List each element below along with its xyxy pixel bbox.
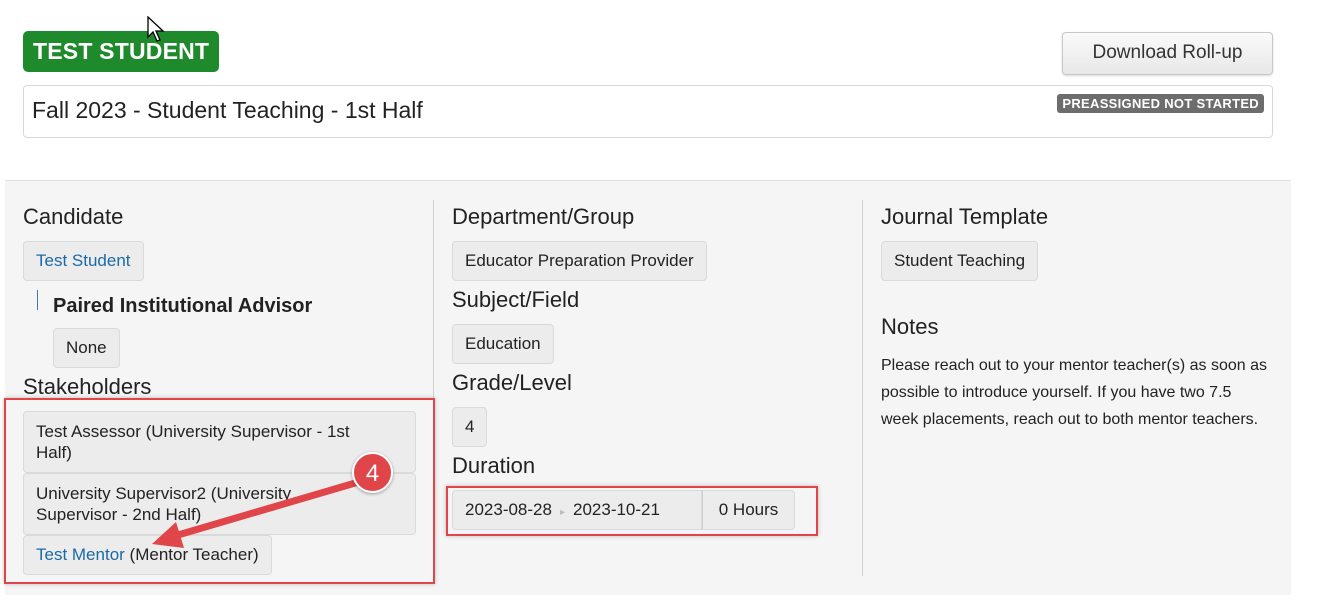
- mouse-cursor-icon: [147, 16, 165, 42]
- annotation-arrow-icon: [152, 477, 366, 548]
- step-number-badge: 4: [352, 452, 393, 493]
